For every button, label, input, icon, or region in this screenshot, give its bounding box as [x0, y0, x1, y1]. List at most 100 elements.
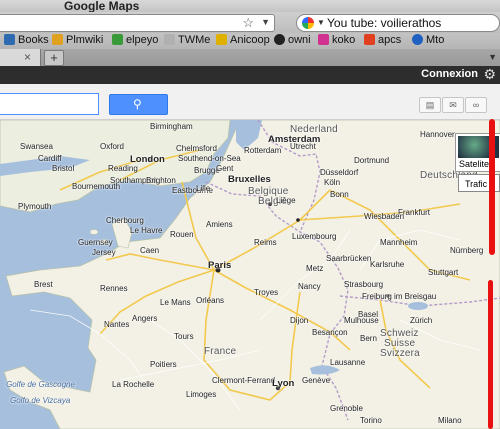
map-label: Cherbourg [106, 216, 144, 225]
map-label: Lille [196, 184, 211, 193]
bookmark-apcs[interactable]: apcs [364, 34, 401, 46]
map-label: Liège [276, 196, 296, 205]
search-text: You tube: voilierathos [327, 16, 442, 30]
map-label: Guernsey [78, 238, 113, 247]
map-label: Wiesbaden [364, 212, 405, 221]
red-annotation-mark [488, 280, 493, 429]
address-bar[interactable]: ☆ ▼ [0, 14, 275, 32]
close-tab-icon[interactable]: × [24, 50, 31, 64]
map-label: La Rochelle [112, 380, 155, 389]
map-label: Nürnberg [450, 246, 484, 255]
bookmark-koko[interactable]: koko [318, 34, 355, 46]
print-icon[interactable]: ▤ [419, 97, 441, 113]
maps-search-header: ⚲ ▤ ✉ ∞ [0, 84, 500, 120]
bookmark-plmwiki[interactable]: Plmwiki [52, 34, 103, 46]
map-label: Le Mans [160, 298, 191, 307]
map-label: Troyes [254, 288, 279, 297]
book-icon [4, 34, 15, 45]
search-engine-dropdown-icon[interactable]: ▼ [317, 18, 325, 27]
bookmark-elpeyo[interactable]: elpeyo [112, 34, 158, 46]
history-dropdown-icon[interactable]: ▼ [261, 17, 270, 27]
google-search-engine-icon[interactable] [302, 17, 314, 29]
map-label: Düsseldorf [320, 168, 359, 177]
map-label: Amiens [206, 220, 233, 229]
map-label: Rouen [170, 230, 194, 239]
map-label: Rotterdam [244, 146, 282, 155]
map-label: Lyon [272, 378, 295, 389]
map-label: Plymouth [18, 202, 52, 211]
map-label: Genève [302, 376, 331, 385]
map-label: Le Havre [130, 226, 163, 235]
map-label: Bristol [52, 164, 75, 173]
new-tab-button[interactable]: + [44, 50, 64, 66]
tab-google-maps[interactable]: × [0, 49, 41, 66]
map-label: Golfe de Gascogne [6, 380, 75, 389]
map-label: Luxembourg [292, 232, 337, 241]
map-label: Dortmund [354, 156, 390, 165]
google-top-bar: Connexion ⚙ [0, 66, 500, 84]
circle-icon [274, 34, 285, 45]
bookmark-star-icon[interactable]: ☆ [242, 15, 254, 31]
sign-in-link[interactable]: Connexion [421, 68, 478, 80]
map-label: Clermont-Ferrand [212, 376, 276, 385]
map-label: Chelmsford [176, 144, 217, 153]
map-label: Nantes [104, 320, 130, 329]
map-label: Bruxelles [228, 174, 271, 185]
map-label: Besançon [312, 328, 348, 337]
map-label: Dijon [290, 316, 309, 325]
email-icon[interactable]: ✉ [442, 97, 464, 113]
maps-search-button[interactable]: ⚲ [109, 94, 168, 115]
tab-overflow-icon[interactable]: ▼ [488, 52, 497, 62]
map-label: Lausanne [330, 358, 366, 367]
map-label: Caen [140, 246, 160, 255]
map-canvas[interactable]: Birmingham London Cardiff Bristol Plymou… [0, 120, 500, 429]
map-label: Mulhouse [344, 316, 379, 325]
search-bar[interactable]: ▼ You tube: voilierathos [296, 14, 500, 32]
red-annotation-mark [489, 119, 495, 255]
map-label: Grenoble [330, 404, 363, 413]
maps-search-input[interactable] [0, 93, 99, 115]
map-label: Köln [324, 178, 341, 187]
map-label: Hannover [420, 130, 455, 139]
satellite-label: Satelite [459, 159, 490, 169]
settings-gear-icon[interactable]: ⚙ [483, 66, 496, 83]
map-label: Birmingham [150, 122, 193, 131]
map-label: Metz [306, 264, 324, 273]
map-label: Freiburg im Breisgau [362, 292, 437, 301]
page-icon [164, 34, 175, 45]
star-icon [216, 34, 227, 45]
map-label: Torino [360, 416, 382, 425]
map-label: Brighton [146, 176, 176, 185]
window-titlebar: Google Maps [0, 0, 500, 13]
leaf-icon [112, 34, 123, 45]
map-label: Oxford [100, 142, 125, 151]
bookmark-books[interactable]: Books [4, 34, 49, 46]
map-label: Southend-on-Sea [178, 154, 241, 163]
map-label: Bern [360, 334, 377, 343]
search-icon: ⚲ [133, 97, 142, 111]
url-toolbar: ☆ ▼ ▼ You tube: voilierathos [0, 12, 500, 33]
map-label: Nancy [298, 282, 321, 291]
bookmark-mto[interactable]: Mto [412, 34, 444, 46]
map-label: Stuttgart [428, 268, 459, 277]
map-label: Zürich [410, 316, 433, 325]
map-label: France [204, 346, 237, 357]
map-label: Brest [34, 280, 53, 289]
map-label: Reims [254, 238, 277, 247]
map-label: Strasbourg [344, 280, 384, 289]
map-label: Rennes [100, 284, 128, 293]
map-label: Golfo de Vizcaya [10, 396, 71, 405]
flower-icon [318, 34, 329, 45]
map-label: Utrecht [290, 142, 316, 151]
bookmark-anicoop[interactable]: Anicoop [216, 34, 270, 46]
map-label: Limoges [186, 390, 217, 399]
map-label: Poitiers [150, 360, 177, 369]
map-label: Cardiff [38, 154, 62, 163]
map-label: Reading [108, 164, 138, 173]
map-label: Angers [132, 314, 158, 323]
bookmark-owni[interactable]: owni [274, 34, 311, 46]
bookmark-twme[interactable]: TWMe [164, 34, 210, 46]
globe-icon [412, 34, 423, 45]
map-label: Tours [174, 332, 194, 341]
link-icon[interactable]: ∞ [465, 97, 487, 113]
